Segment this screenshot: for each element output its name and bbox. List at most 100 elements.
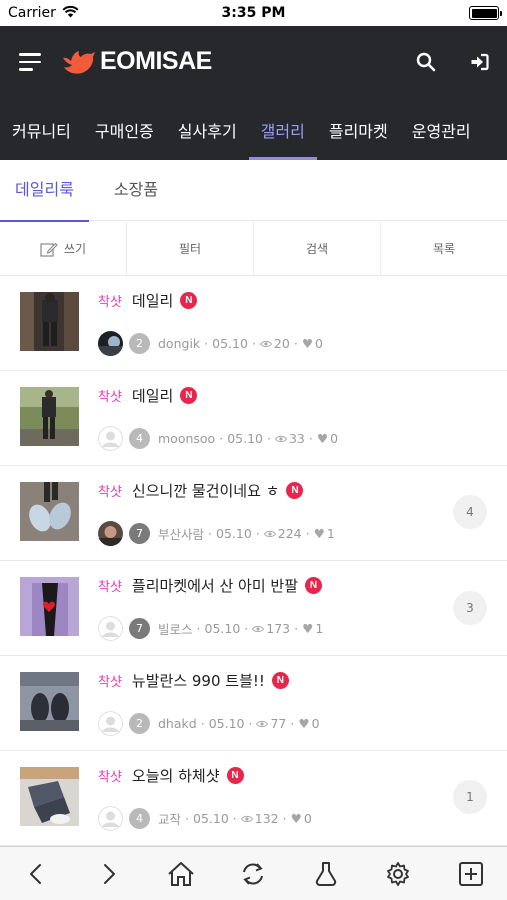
write-button[interactable]: 쓰기	[0, 222, 127, 275]
profile-button[interactable]	[290, 847, 362, 900]
battery-icon	[469, 6, 502, 20]
post-row[interactable]: 착샷 데일리 N 4 moonsoo · 05.10 · 33 · ♥ 0	[0, 371, 507, 466]
post-date: 05.10	[227, 431, 263, 446]
status-bar: Carrier 3:35 PM	[0, 0, 507, 26]
post-row[interactable]: 착샷 데일리 N 2 dongik · 05.10 · 20 · ♥ 0	[0, 276, 507, 371]
post-meta: 2 dongik · 05.10 · 20 · ♥ 0	[98, 331, 323, 356]
author-avatar	[98, 806, 123, 831]
login-icon[interactable]	[470, 52, 490, 72]
author-avatar	[98, 521, 123, 546]
post-title: 신으니깐 물건이네요 ㅎ	[131, 482, 280, 500]
post-category: 착샷	[98, 770, 122, 785]
back-icon	[30, 863, 42, 884]
settings-icon	[387, 861, 410, 886]
hamburger-menu-icon[interactable]	[19, 53, 41, 71]
back-button[interactable]	[0, 847, 72, 900]
nav-item-flea-market[interactable]: 플리마켓	[317, 100, 400, 160]
post-title-line: 착샷 플리마켓에서 산 아미 반팔 N	[98, 575, 323, 596]
home-button[interactable]	[145, 847, 217, 900]
comment-count-badge: 1	[453, 780, 487, 814]
post-author: 교작	[158, 812, 182, 827]
post-row[interactable]: 착샷 뉴발란스 990 트블!! N 2 dhakd · 05.10 · 77 …	[0, 656, 507, 751]
top-bar: EOMISAE	[0, 26, 507, 100]
tab-daily-look[interactable]: 데일리룩	[0, 160, 89, 222]
heart-icon: ♥	[316, 431, 329, 446]
app-logo[interactable]: EOMISAE	[60, 47, 212, 76]
nav-item-gallery[interactable]: 갤러리	[248, 100, 318, 160]
bottom-toolbar	[0, 846, 507, 900]
post-category: 착샷	[98, 295, 122, 310]
nav-item-community[interactable]: 커뮤니티	[0, 100, 83, 160]
home-icon	[168, 861, 194, 886]
author-avatar	[98, 711, 123, 736]
comment-count-badge: 4	[453, 495, 487, 529]
post-category: 착샷	[98, 580, 122, 595]
refresh-icon	[243, 862, 264, 885]
post-title-line: 착샷 데일리 N	[98, 385, 198, 406]
nav-item-purchase-proof[interactable]: 구매인증	[83, 100, 166, 160]
new-badge: N	[180, 387, 198, 404]
filter-button[interactable]: 필터	[127, 222, 254, 275]
post-title-line: 착샷 오늘의 하체샷 N	[98, 765, 244, 786]
post-author: dhakd	[158, 716, 197, 731]
search-icon[interactable]	[416, 52, 436, 72]
separator: ·	[308, 431, 313, 446]
post-author: 빌로스	[158, 622, 193, 637]
post-date: 05.10	[208, 716, 245, 731]
settings-button[interactable]	[362, 847, 434, 900]
post-category: 착샷	[98, 390, 122, 405]
separator: ·	[185, 811, 189, 826]
board-toolbar: 쓰기 필터 검색 목록	[0, 222, 507, 276]
post-row[interactable]: 착샷 신으니깐 물건이네요 ㅎ N 7 부산사람 · 05.10 · 224 ·…	[0, 466, 507, 561]
author-avatar	[98, 426, 123, 451]
eye-icon	[240, 815, 253, 822]
post-date: 05.10	[216, 526, 252, 541]
post-thumbnail	[20, 577, 79, 636]
tab-collection[interactable]: 소장품	[100, 160, 172, 221]
post-title-line: 착샷 신으니깐 물건이네요 ㅎ N	[98, 480, 304, 501]
separator: ·	[294, 621, 299, 636]
author-avatar	[98, 616, 123, 641]
separator: ·	[204, 336, 209, 351]
post-category: 착샷	[98, 485, 122, 500]
post-row[interactable]: 착샷 오늘의 하체샷 N 4 교작 · 05.10 · 132 · ♥ 0 1	[0, 751, 507, 846]
nav-item-reviews[interactable]: 실사후기	[166, 100, 249, 160]
separator: ·	[244, 621, 249, 636]
new-post-button[interactable]	[435, 847, 507, 900]
eye-icon	[274, 435, 287, 442]
post-likes: 0	[330, 431, 339, 446]
refresh-button[interactable]	[217, 847, 289, 900]
write-label: 쓰기	[63, 242, 87, 256]
post-thumbnail	[20, 767, 79, 826]
pencil-icon	[40, 242, 58, 257]
post-title-line: 착샷 뉴발란스 990 트블!! N	[98, 670, 289, 691]
search-button[interactable]: 검색	[254, 222, 381, 275]
heart-icon: ♥	[302, 621, 314, 636]
bird-logo-icon	[63, 50, 95, 74]
nav-item-management[interactable]: 운영관리	[400, 100, 483, 160]
author-level-badge: 7	[129, 618, 150, 639]
author-level-badge: 7	[129, 523, 150, 544]
post-row[interactable]: 착샷 플리마켓에서 산 아미 반팔 N 7 빌로스 · 05.10 · 173 …	[0, 561, 507, 656]
post-views: 224	[277, 526, 302, 541]
forward-button[interactable]	[72, 847, 144, 900]
post-title: 오늘의 하체샷	[131, 767, 220, 785]
separator: ·	[219, 431, 224, 446]
post-author: dongik	[158, 336, 201, 351]
separator: ·	[266, 431, 271, 446]
separator: ·	[290, 716, 295, 731]
post-likes: 1	[326, 526, 335, 541]
eye-icon	[252, 625, 265, 632]
app-logo-text: EOMISAE	[100, 47, 212, 75]
clock: 3:35 PM	[221, 5, 286, 21]
list-button[interactable]: 목록	[381, 222, 507, 275]
post-likes: 0	[315, 336, 323, 351]
post-meta: 7 부산사람 · 05.10 · 224 · ♥ 1	[98, 521, 335, 546]
post-views: 20	[273, 336, 290, 351]
profile-icon	[315, 861, 337, 886]
separator: ·	[248, 716, 253, 731]
post-date: 05.10	[212, 336, 248, 351]
eye-icon	[256, 720, 269, 727]
separator: ·	[196, 621, 201, 636]
gallery-subtabs: 데일리룩 소장품	[0, 160, 507, 222]
